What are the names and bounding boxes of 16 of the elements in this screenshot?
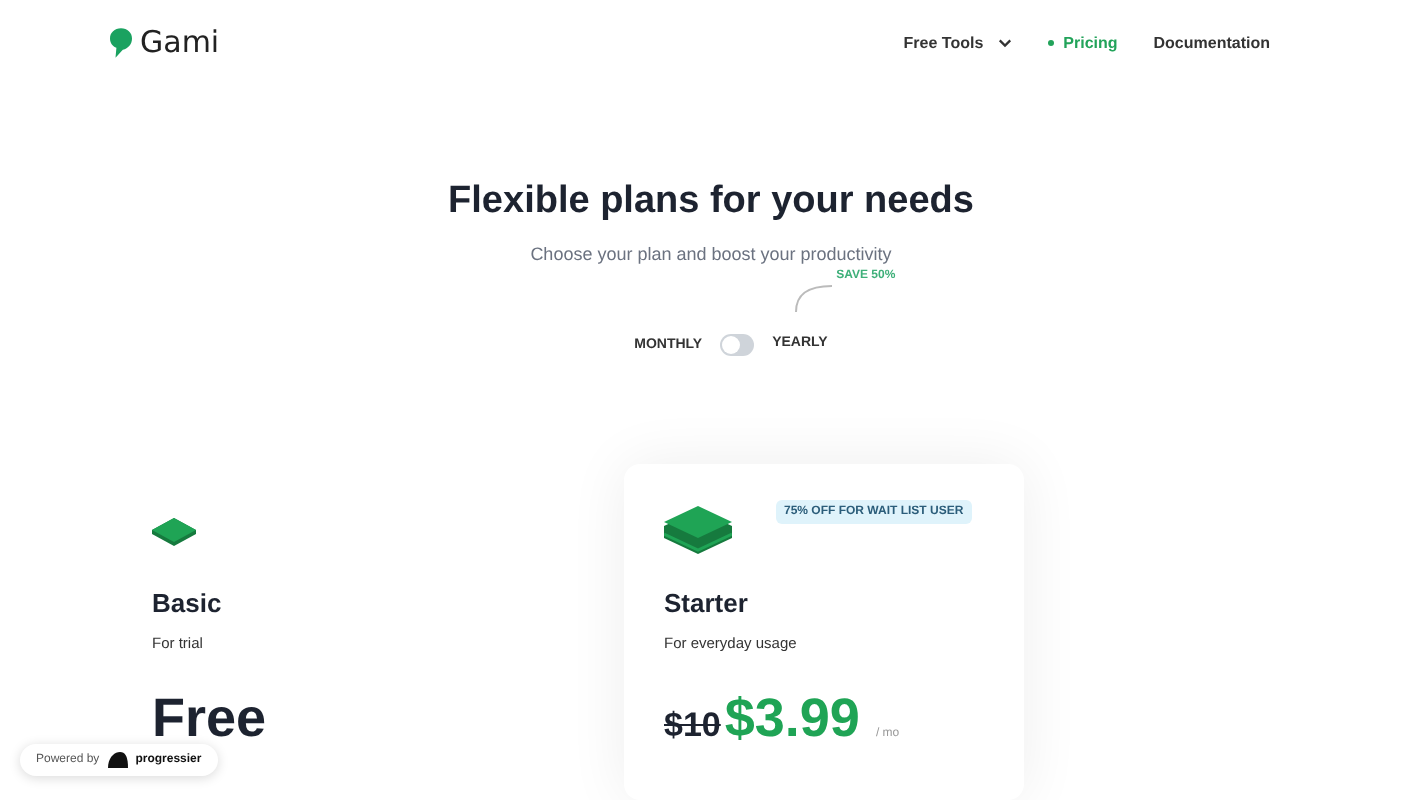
nav-dropdown[interactable]: Free Tools xyxy=(903,33,1012,51)
brand-name[interactable]: Gami xyxy=(140,24,220,60)
plan-name: Starter xyxy=(664,588,750,618)
plan-price: Free xyxy=(152,688,267,750)
old-price: $10 xyxy=(664,706,721,746)
page-title: Flexible plans for your needs xyxy=(446,180,976,224)
progressier-logo-icon xyxy=(107,752,128,768)
page-subtitle: Choose your plan and boost your productivity xyxy=(528,244,894,264)
plan-name: Basic xyxy=(152,588,224,618)
chevron-down-icon xyxy=(997,37,1012,47)
billing-toggle[interactable] xyxy=(720,334,755,356)
logo-icon xyxy=(110,27,132,57)
stacked-layers-icon xyxy=(664,506,732,558)
layer-icon xyxy=(152,518,196,546)
plan-price: $3.99 xyxy=(724,688,860,750)
nav-link[interactable]: Documentation xyxy=(1153,33,1270,51)
